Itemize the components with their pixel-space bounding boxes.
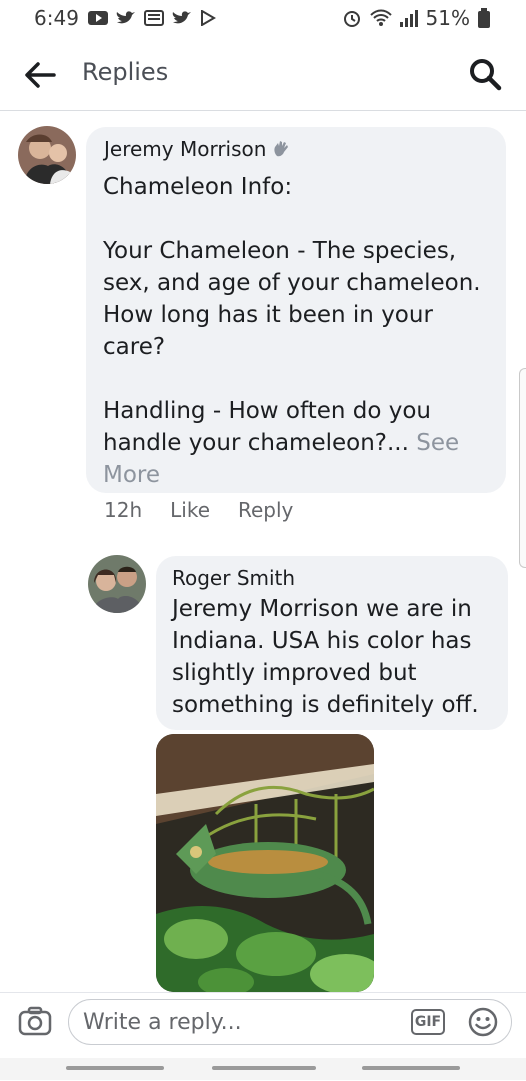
status-time: 6:49	[34, 6, 79, 30]
reply-placeholder: Write a reply...	[83, 1010, 242, 1035]
news-icon	[144, 10, 164, 26]
like-button[interactable]: Like	[170, 498, 210, 522]
nav-home[interactable]	[212, 1066, 316, 1070]
waving-hand-icon	[274, 141, 289, 157]
twitter-icon-2	[172, 11, 191, 24]
comment-actions: 12h Like Reply	[104, 498, 293, 522]
comment-author[interactable]: Roger Smith	[172, 566, 295, 590]
comment-text: Jeremy Morrison we are in Indiana. USA h…	[172, 596, 479, 718]
attached-photo[interactable]	[156, 734, 374, 992]
status-bar: 6:49 51%	[0, 0, 526, 40]
avatar[interactable]	[18, 126, 76, 184]
notification-icons	[88, 10, 216, 26]
scroll-handle[interactable]	[519, 368, 526, 568]
nav-recents[interactable]	[362, 1066, 460, 1070]
reply-input[interactable]: Write a reply... GIF	[68, 999, 512, 1045]
arrow-left-icon[interactable]	[24, 60, 56, 90]
alarm-icon	[343, 11, 360, 27]
battery-percent: 51%	[425, 6, 470, 30]
system-nav-bar	[0, 1058, 526, 1080]
comment-body: Chameleon Info: Your Chameleon - The spe…	[103, 174, 481, 456]
comment-author[interactable]: Jeremy Morrison	[104, 137, 290, 161]
comment-bubble: Jeremy Morrison Chameleon Info: Your Cha…	[86, 127, 506, 493]
play-store-icon	[201, 10, 216, 26]
emoji-icon[interactable]	[467, 1006, 499, 1038]
wifi-icon	[369, 9, 392, 26]
system-status: 51%	[342, 6, 490, 30]
avatar[interactable]	[88, 555, 146, 613]
author-name[interactable]: Jeremy Morrison	[104, 137, 266, 161]
signal-icon	[399, 10, 418, 27]
camera-icon[interactable]	[18, 1006, 52, 1036]
comment-bubble: Roger Smith Jeremy Morrison we are in In…	[156, 556, 508, 730]
youtube-icon	[88, 11, 108, 25]
comment-text: Chameleon Info: Your Chameleon - The spe…	[103, 171, 485, 491]
author-name[interactable]: Roger Smith	[172, 566, 295, 590]
battery-icon	[478, 8, 490, 28]
reply-button[interactable]: Reply	[238, 498, 293, 522]
page-title: Replies	[82, 58, 169, 86]
nav-back[interactable]	[66, 1066, 164, 1070]
twitter-icon	[116, 11, 135, 24]
app-header: Replies	[0, 40, 526, 111]
search-icon[interactable]	[468, 57, 502, 91]
comment-time: 12h	[104, 498, 143, 522]
gif-button[interactable]: GIF	[411, 1009, 445, 1035]
